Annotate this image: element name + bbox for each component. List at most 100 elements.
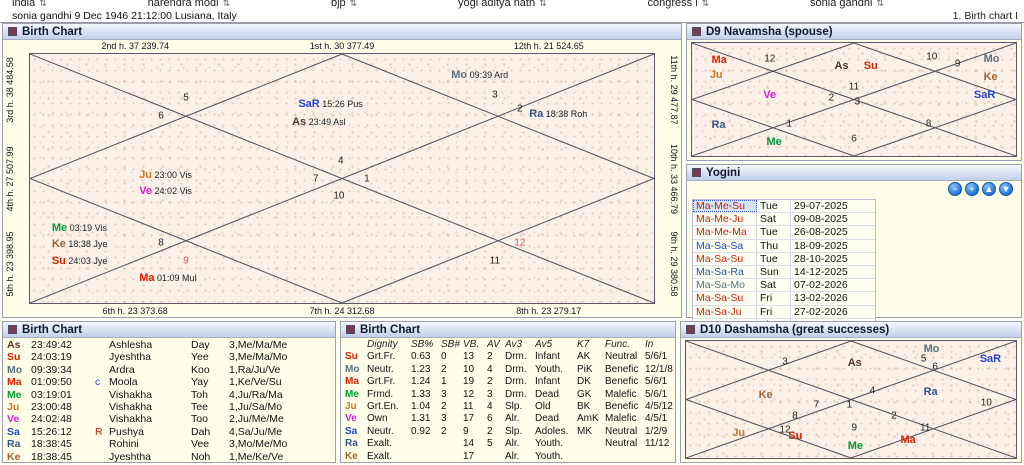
planet-abbr: Me [51,222,68,235]
table-row[interactable]: Ma-Sa-Su Tue 28-10-2025 [693,252,875,266]
planet-degree: 09:39 Ard [467,70,509,81]
table-cell: Youth. [535,363,563,375]
table-cell: 12/1/8 [645,363,673,375]
planet-label: Ke [759,389,773,401]
table-cell: Benefic [605,376,639,388]
table-cell: 1.31 [411,413,431,425]
table-row[interactable]: Ra 18:38:45 Rohini Vee 3,Mo/Me/Mo [7,438,333,450]
table-cell: 1.33 [411,388,431,400]
table-row[interactable]: Ke 18:38:45 Jyeshtha Noh 1,Me/Ke/Ve [7,451,333,463]
table-cell: Sat [757,213,791,226]
table-row[interactable]: Ke Exalt. 17 Alr. Youth. [345,451,673,463]
table-cell: 1.23 [411,363,431,375]
panel-title: D10 Dashamsha (great successes) [700,323,890,336]
table-cell: Slp. [505,400,523,412]
table-cell: Too [191,413,208,426]
table-row[interactable]: Mo 09:39:34 Ardra Koo 1,Ra/Ju/Ve [7,364,333,376]
table-cell [95,413,109,425]
spinner-icon[interactable]: ⇅ [876,0,884,10]
table-row[interactable]: Ju Grt.En. 1.04 2 11 4 Slp. Old BK Benefic 4/5/12 [345,401,673,413]
subject-row: sonia gandhi 9 Dec 1946 21:12:00 Lusiana… [0,11,1024,22]
table-row[interactable]: Su 24:03:19 Jyeshtha Yee 3,Me/Ma/Mo [7,351,333,363]
table-cell [95,351,109,363]
table-cell [95,451,109,463]
table-row[interactable]: Me Frmd. 1.33 3 12 3 Drm. Dead GK Malefic 5/6/1 [345,389,673,401]
table-row[interactable]: Mo Neutr. 1.23 2 10 4 Drm. Youth. PiK Benefic 12/1… [345,364,673,376]
spinner-icon[interactable]: ⇅ [39,0,47,10]
table-cell: Sat [757,279,791,292]
table-row[interactable]: Ra Exalt. 14 5 Alr. Youth. Neutral 11/12 [345,438,673,450]
table-row[interactable]: Ma-Me-Ma Tue 26-08-2025 [693,226,875,240]
table-row[interactable]: Ma-Sa-Mo Sat 07-02-2026 [693,279,875,293]
table-cell [441,451,463,463]
table-cell: Dead [535,388,559,400]
table-row[interactable]: As 23:49:42 Ashlesha Day 3,Me/Ma/Me [7,339,333,351]
spinner-icon[interactable]: ⇅ [702,0,710,10]
table-cell: 4,Sa/Ju/Me [229,425,283,438]
chart-selector[interactable]: 1. Birth chart I [953,11,1018,22]
planet-degree: 24:03 Jye [65,255,108,266]
dropdown-value: sonia gandhi [810,0,873,9]
dropdown-selector[interactable]: sonia gandhi ⇅ [810,0,884,10]
planet-label: Ve [763,89,776,101]
table-row[interactable]: Sa 15:26:12 R Pushya Dah 4,Sa/Ju/Me [7,426,333,438]
table-cell: 17 [463,413,475,425]
table-row[interactable]: Sa Neutr. 0.92 2 9 2 Slp. Adoles. MK Neutral 1/2/9 [345,426,673,438]
planet-abbr: Ke [983,70,998,83]
panel-bullet-icon [346,325,355,334]
table-row[interactable]: Ma-Me-Ju Sat 09-08-2025 [693,213,875,227]
house-number: 5 [183,92,189,104]
table-row[interactable]: Ma-Me-Su Tue 29-07-2025 [693,200,875,214]
scroll-up-button[interactable]: ▲ [982,182,996,196]
table-header-cell: Av5 [535,339,553,350]
d9-chart[interactable]: Ma Ju As Su Mo Ke Ve SaR Ra Me 12 10 9 11 2 3 1 6 8 [691,42,1017,157]
panel-title: Yogini [706,166,741,179]
table-cell: Su [7,351,21,364]
table-row[interactable]: Me 03:19:01 Vishakha Toh 4,Ju/Ra/Ma [7,389,333,401]
table-row[interactable]: Ve 24:02:48 Vishakha Too 2,Ju/Me/Me [7,413,333,425]
spinner-icon[interactable]: ⇅ [539,0,547,10]
table-row[interactable]: Ma-Sa-Sa Thu 18-09-2025 [693,239,875,253]
dropdown-selector[interactable]: india ⇅ [12,0,47,10]
spinner-icon[interactable]: ⇅ [223,0,231,10]
table-row[interactable]: Ma 01:09:50 c Moola Yay 1,Ke/Ve/Su [7,376,333,388]
table-cell: 29-07-2025 [794,200,848,212]
rasi-chart[interactable]: Mo 09:39 Ard SaR 15:26 Pus As 23:49 Asl Ra … [29,53,655,304]
table-cell: Drm. [505,363,527,375]
table-row[interactable]: Ma-Sa-Su Fri 13-02-2026 [693,292,875,306]
dropdown-selector[interactable]: congress i ⇅ [648,0,710,10]
dropdown-selector[interactable]: yogi aditya nath ⇅ [458,0,547,10]
panel-header: Birth Chart [3,24,681,40]
table-cell [95,389,109,401]
collapse-button[interactable]: − [948,182,962,196]
planet-degree: 23:00 Vis [152,169,192,180]
scroll-down-button[interactable]: ▼ [999,182,1013,196]
house-number: 11 [920,422,931,434]
panel-header: D9 Navamsha (spouse) [687,24,1021,40]
table-row[interactable]: Ju 23:00:48 Vishakha Tee 1,Ju/Sa/Mo [7,401,333,413]
dropdown-selector[interactable]: bjp ⇅ [331,0,357,10]
table-cell: 3 [487,388,493,400]
table-row[interactable]: Ma Grt.Fr. 1.24 1 19 2 Drm. Infant DK Benefic 5/6/… [345,376,673,388]
table-cell: 28-10-2025 [794,252,848,265]
table-cell: 1 [441,376,447,388]
spinner-icon[interactable]: ⇅ [350,0,358,10]
table-cell: 1,Me/Ke/Ve [229,450,284,463]
planet-degree: 01:09 Mul [154,273,197,284]
table-row[interactable]: Ma-Sa-Ra Sun 14-12-2025 [693,265,875,280]
table-cell [645,451,673,463]
dropdown-value: yogi aditya nath [458,0,536,9]
dropdown-value: bjp [330,0,346,9]
table-row[interactable]: Ma-Sa-Ju Fri 27-02-2026 [693,305,875,319]
expand-button[interactable]: + [965,182,979,196]
table-cell: Fri [757,292,791,305]
house-number: 11 [489,255,501,267]
table-row[interactable]: Ve Own 1.31 3 17 6 Alr. Dead AmK Malefic 4/5/1 [345,413,673,425]
planet-label: Su 24:03 Jye [52,255,108,267]
d10-chart[interactable]: Mo SaR As Ke Ra Ju Su Ma Me 3 5 6 12 8 9 2 11 10 7 1 4 [685,340,1017,459]
table-cell: 01:09:50 [31,376,72,389]
dropdown-value: congress i [647,0,698,9]
table-row[interactable]: Su Grt.Fr. 0.63 0 13 2 Drm. Infant AK Neutral 5/6/… [345,351,673,363]
dropdown-selector[interactable]: narendra modi ⇅ [148,0,230,10]
planet-abbr: Mo [451,69,468,82]
